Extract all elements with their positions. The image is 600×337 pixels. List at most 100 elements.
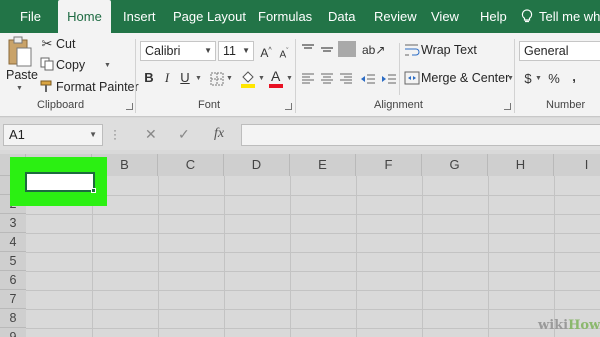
column-header-i[interactable]: I [554,154,600,176]
paste-button[interactable]: Paste [6,68,38,82]
align-right-icon[interactable] [339,73,353,85]
format-painter-button[interactable]: Format Painter [56,80,139,94]
align-center-icon[interactable] [320,73,334,85]
alignment-group-label: Alignment [374,99,423,111]
grid-line [224,176,225,337]
currency-dropdown-icon[interactable]: ▼ [535,75,542,82]
font-color-icon[interactable]: A [268,68,284,89]
column-header-h[interactable]: H [488,154,554,176]
italic-button[interactable]: I [160,70,174,86]
align-middle-icon[interactable] [320,43,334,55]
name-box[interactable]: A1 ▼ [3,124,103,146]
cell-a1-selected[interactable] [25,172,95,192]
cancel-icon[interactable]: ✕ [145,126,157,143]
align-left-icon[interactable] [301,73,315,85]
row-header-7[interactable]: 7 [0,290,26,309]
scissors-icon: ✂ [41,36,53,51]
grid-line [26,233,600,234]
ribbon-tab-bar: File Home Insert Page Layout Formulas Da… [0,0,600,33]
column-header-d[interactable]: D [224,154,290,176]
tell-me-text: Tell me wha [539,9,600,24]
tab-page-layout[interactable]: Page Layout [173,0,246,33]
font-color-dropdown-icon[interactable]: ▼ [286,75,293,82]
increase-font-size-icon[interactable]: A^ [259,43,273,61]
font-name-combo[interactable]: Calibri ▼ [140,41,216,61]
tab-view[interactable]: View [431,0,459,33]
number-format-combo[interactable]: General [519,41,600,61]
align-top-icon[interactable] [301,43,315,55]
fill-handle[interactable] [91,188,96,193]
copy-button[interactable]: Copy [56,58,85,72]
more-options-icon[interactable]: · · · [113,124,117,144]
row-header-9[interactable]: 9 [0,328,26,337]
tell-me-search[interactable]: Tell me wha [521,0,600,33]
decrease-font-size-icon[interactable]: Aˇ [277,44,291,63]
column-header-c[interactable]: C [158,154,224,176]
formula-input[interactable] [241,124,600,146]
tab-review[interactable]: Review [374,0,417,33]
tab-help[interactable]: Help [480,0,507,33]
watermark: wikiHow [538,318,600,333]
column-header-f[interactable]: F [356,154,422,176]
borders-dropdown-icon[interactable]: ▼ [226,75,233,82]
chevron-down-icon: ▼ [242,46,250,55]
font-size-value: 11 [223,44,236,58]
wrap-text-button[interactable]: Wrap Text [421,43,477,57]
tab-insert[interactable]: Insert [123,0,156,33]
paste-icon[interactable] [7,36,33,68]
cut-button[interactable]: Cut [56,37,75,51]
underline-dropdown-icon[interactable]: ▼ [195,75,202,82]
merge-center-icon [404,71,420,85]
increase-indent-icon[interactable] [381,73,397,85]
orientation-icon[interactable]: ab↗ [362,42,385,58]
tab-formulas[interactable]: Formulas [258,0,312,33]
percent-button[interactable]: % [547,71,561,87]
column-header-e[interactable]: E [290,154,356,176]
alignment-launcher-icon[interactable] [504,103,511,110]
font-size-combo[interactable]: 11 ▼ [218,41,254,61]
row-header-4[interactable]: 4 [0,233,26,252]
copy-dropdown-icon[interactable]: ▼ [104,62,111,69]
grid-line [26,195,600,196]
fill-color-dropdown-icon[interactable]: ▼ [258,75,265,82]
row-header-6[interactable]: 6 [0,271,26,290]
borders-icon[interactable] [210,72,224,86]
lightbulb-icon [521,9,533,23]
watermark-part1: wiki [538,318,569,333]
grid-line [158,176,159,337]
wrap-text-icon [405,44,420,56]
font-launcher-icon[interactable] [285,103,292,110]
row-header-3[interactable]: 3 [0,214,26,233]
grid-line [26,252,600,253]
chevron-down-icon: ▼ [204,46,212,55]
merge-dropdown-icon[interactable]: ▼ [507,75,514,82]
align-bottom-icon[interactable] [338,41,356,57]
tab-home[interactable]: Home [58,0,111,33]
row-header-8[interactable]: 8 [0,309,26,328]
enter-icon[interactable]: ✓ [178,126,190,143]
font-group-label: Font [198,99,221,111]
name-box-value: A1 [9,127,25,142]
separator [135,39,136,113]
fill-color-icon[interactable] [240,69,256,89]
watermark-part2: How [568,318,600,333]
decrease-indent-icon[interactable] [360,73,376,85]
clipboard-launcher-icon[interactable] [126,103,133,110]
underline-button[interactable]: U [178,70,192,86]
column-header-g[interactable]: G [422,154,488,176]
paste-dropdown-icon[interactable]: ▼ [16,85,23,92]
format-painter-icon [40,80,52,92]
currency-button[interactable]: $ [523,71,533,87]
tab-data[interactable]: Data [328,0,355,33]
row-header-5[interactable]: 5 [0,252,26,271]
grid-line [290,176,291,337]
number-format-value: General [524,44,569,58]
grid-line [26,309,600,310]
tab-file[interactable]: File [20,0,41,33]
comma-button[interactable]: , [569,69,579,85]
bold-button[interactable]: B [141,70,157,86]
grid-line [488,176,489,337]
insert-function-button[interactable]: fx [214,126,224,142]
merge-center-button[interactable]: Merge & Center [421,71,509,85]
font-name-value: Calibri [145,44,181,58]
